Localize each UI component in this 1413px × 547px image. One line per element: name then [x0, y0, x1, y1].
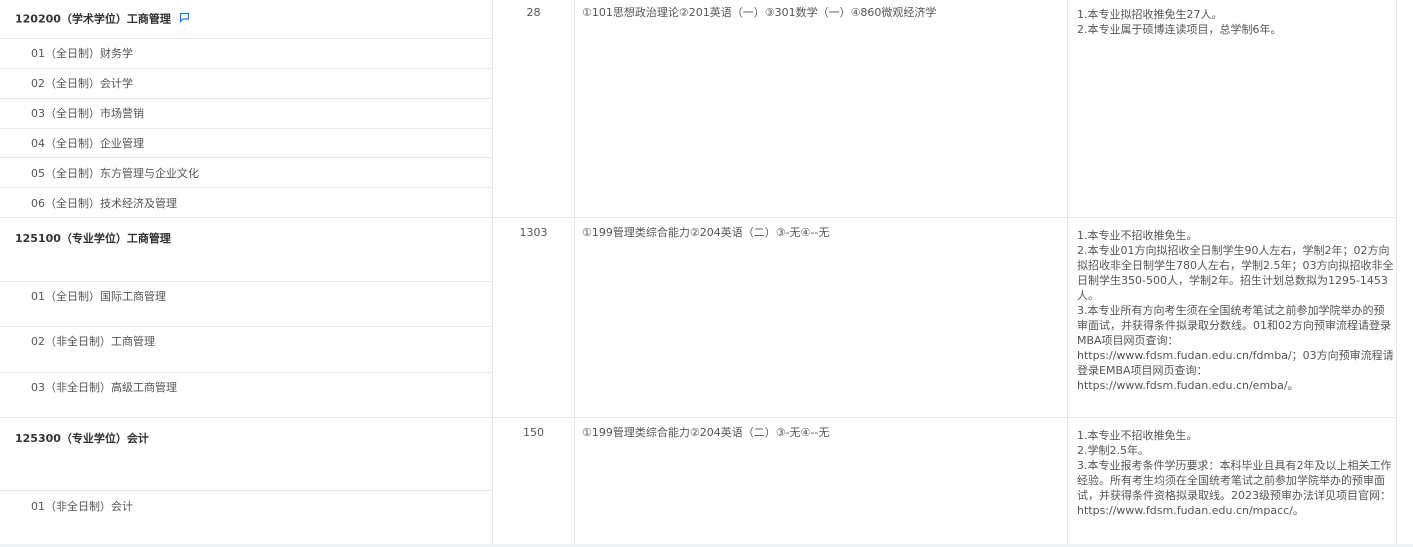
direction-item: 01（全日制）国际工商管理	[31, 290, 166, 303]
direction-item: 04（全日制）企业管理	[31, 137, 144, 150]
enrollment-count: 150	[523, 426, 544, 439]
note-line: 1.本专业拟招收推免生27人。	[1077, 8, 1223, 21]
dir-divider	[0, 281, 492, 282]
exam-subjects: ①101思想政治理论②201英语（一）③301数学（一）④860微观经济学	[582, 6, 937, 19]
note-line: 3.本专业所有方向考生须在全国统考笔试之前参加学院举办的预审面试，并获得条件拟录…	[1077, 304, 1394, 392]
dir-divider	[0, 490, 492, 491]
exam-subjects: ①199管理类综合能力②204英语（二）③-无④--无	[582, 426, 830, 439]
direction-item: 02（全日制）会计学	[31, 77, 133, 90]
direction-item: 01（全日制）财务学	[31, 47, 133, 60]
dir-divider	[0, 157, 492, 158]
dir-divider	[0, 187, 492, 188]
exam-subjects: ①199管理类综合能力②204英语（二）③-无④--无	[582, 226, 830, 239]
enrollment-count: 1303	[519, 226, 548, 239]
direction-item: 02（非全日制）工商管理	[31, 335, 155, 348]
direction-item: 03（非全日制）高级工商管理	[31, 381, 177, 394]
note-line: 1.本专业不招收推免生。	[1077, 429, 1198, 442]
direction-item: 06（全日制）技术经济及管理	[31, 197, 177, 210]
dir-divider	[0, 98, 492, 99]
dir-divider	[0, 128, 492, 129]
program-title-text: 120200（学术学位）工商管理	[15, 12, 171, 26]
note-line: 3.本专业报考条件学历要求：本科毕业且具有2年及以上相关工作经验。所有考生均须在…	[1077, 459, 1392, 517]
program-title: 125100（专业学位）工商管理	[15, 232, 171, 245]
message-flag-icon[interactable]	[179, 12, 190, 27]
dir-divider	[0, 68, 492, 69]
direction-item: 05（全日制）东方管理与企业文化	[31, 167, 199, 180]
col-divider	[1067, 0, 1068, 544]
dir-divider	[0, 38, 492, 39]
col-divider	[574, 0, 575, 544]
note-line: 2.本专业01方向拟招收全日制学生90人左右，学制2年；02方向拟招收非全日制学…	[1077, 244, 1394, 302]
enrollment-count: 28	[526, 6, 541, 19]
note-line: 1.本专业不招收推免生。	[1077, 229, 1198, 242]
col-divider	[492, 0, 493, 544]
direction-item: 01（非全日制）会计	[31, 500, 133, 513]
direction-item: 03（全日制）市场营销	[31, 107, 144, 120]
note-line: 2.本专业属于硕博连读项目，总学制6年。	[1077, 23, 1282, 36]
row-divider	[0, 217, 1397, 218]
program-table: 120200（学术学位）工商管理 01（全日制）财务学 02（全日制）会计学 0…	[0, 0, 1413, 547]
notes: 1.本专业不招收推免生。 2.学制2.5年。 3.本专业报考条件学历要求：本科毕…	[1077, 428, 1395, 518]
program-title: 125300（专业学位）会计	[15, 432, 149, 445]
notes: 1.本专业不招收推免生。 2.本专业01方向拟招收全日制学生90人左右，学制2年…	[1077, 228, 1395, 393]
dir-divider	[0, 372, 492, 373]
program-title: 120200（学术学位）工商管理	[15, 12, 190, 27]
col-divider	[1396, 0, 1397, 544]
row-divider	[0, 417, 1397, 418]
note-line: 2.学制2.5年。	[1077, 444, 1149, 457]
dir-divider	[0, 326, 492, 327]
notes: 1.本专业拟招收推免生27人。 2.本专业属于硕博连读项目，总学制6年。	[1077, 7, 1395, 37]
